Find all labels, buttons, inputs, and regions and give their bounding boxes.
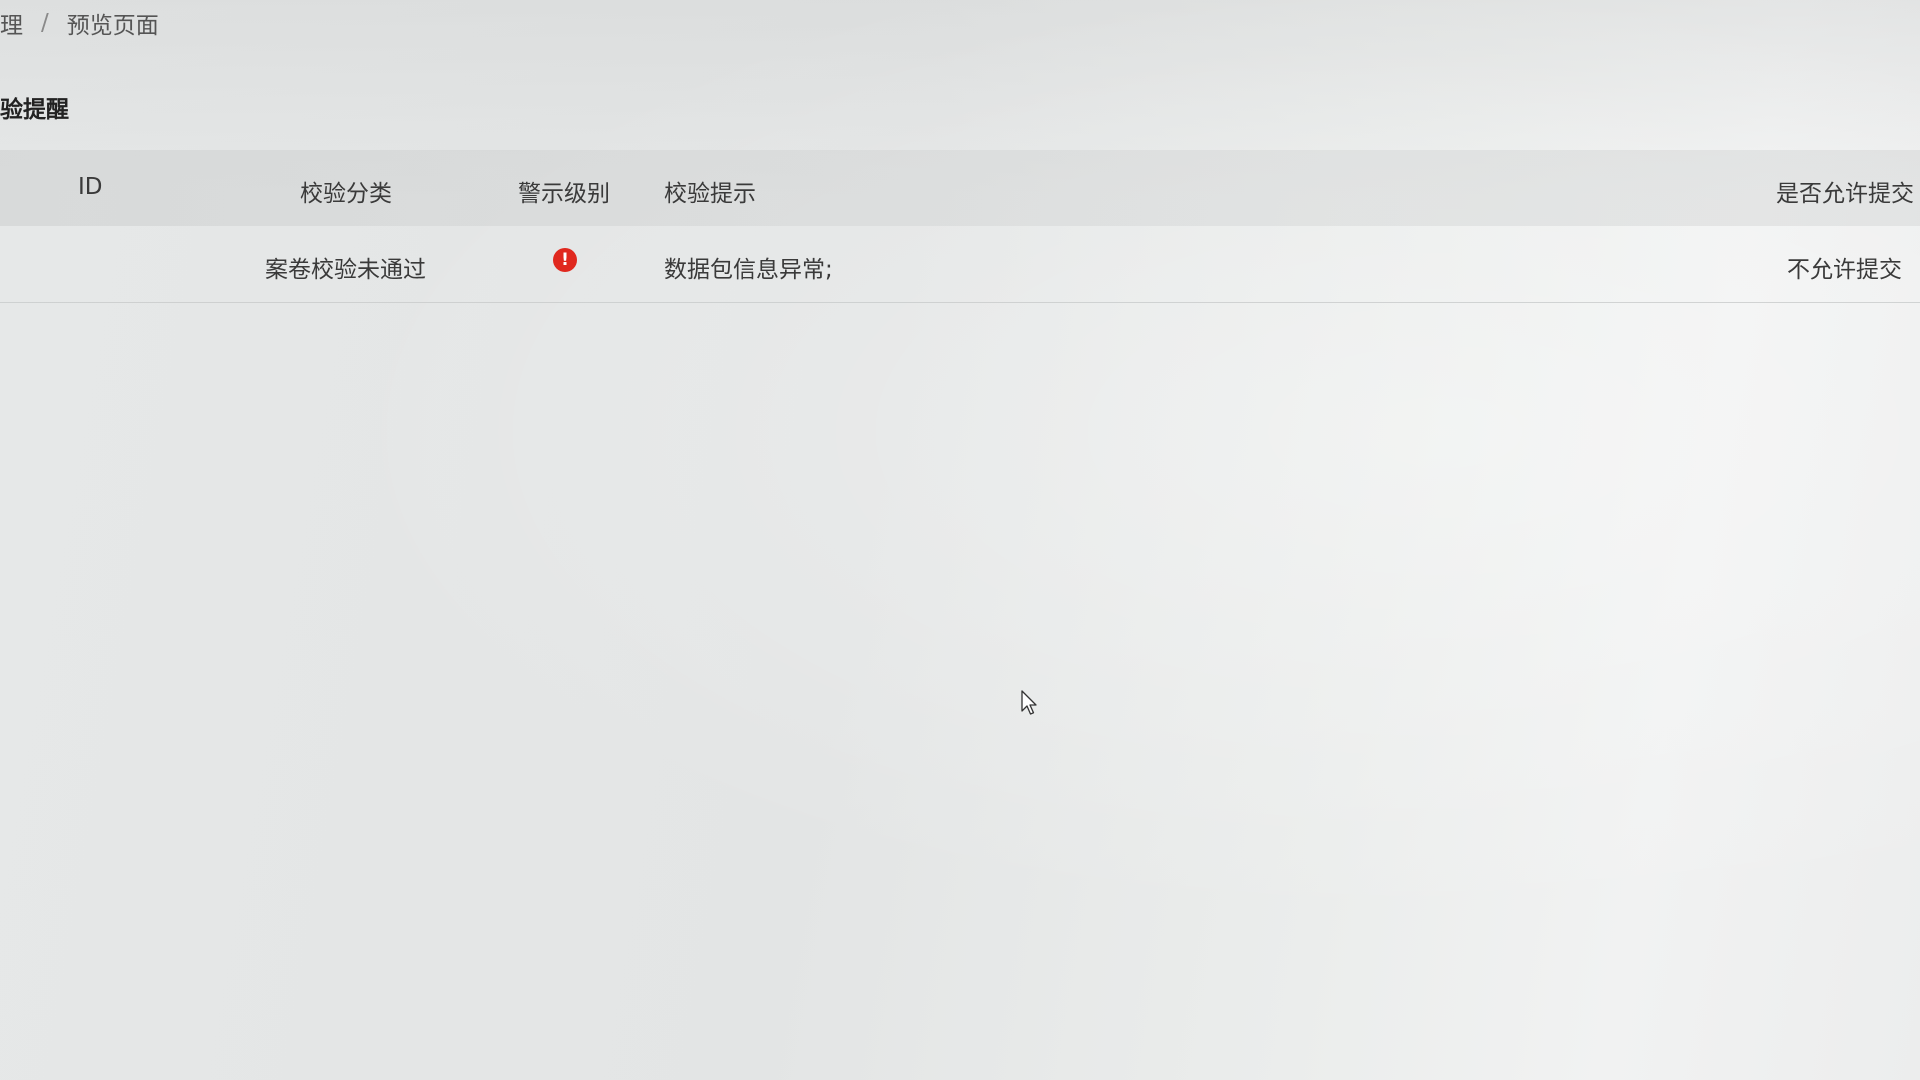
header-id: ID	[78, 174, 103, 200]
breadcrumb: 理 / 预览页面	[0, 6, 159, 40]
row-category: 案卷校验未通过	[265, 257, 426, 283]
header-tip: 校验提示	[664, 181, 756, 207]
header-allow: 是否允许提交	[1776, 181, 1914, 207]
section-title: 验提醒	[0, 97, 69, 123]
breadcrumb-current: 预览页面	[66, 13, 159, 39]
breadcrumb-separator: /	[41, 10, 49, 36]
table-header: ID 校验分类 警示级别 校验提示 是否允许提交	[0, 150, 1920, 226]
mouse-pointer-icon	[1021, 690, 1037, 715]
header-level: 警示级别	[518, 181, 610, 207]
table-row[interactable]: 案卷校验未通过 数据包信息异常; 不允许提交	[0, 226, 1920, 303]
breadcrumb-parent[interactable]: 理	[0, 6, 23, 40]
row-tip: 数据包信息异常;	[664, 257, 833, 283]
header-category: 校验分类	[300, 181, 392, 207]
exclamation-circle-icon: !	[553, 248, 577, 272]
row-allow: 不允许提交	[1787, 257, 1902, 283]
validation-table: ID 校验分类 警示级别 校验提示 是否允许提交 案卷校验未通过 数据包信息异常…	[0, 150, 1920, 303]
